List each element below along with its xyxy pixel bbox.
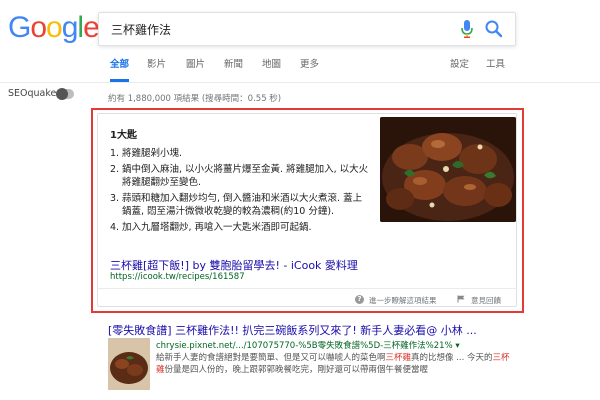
step-text: 蒜頭和糖加入翻炒均勻, 倒入醬油和米酒以大火煮滾. 蓋上鍋蓋, 悶至湯汁微微收乾… xyxy=(122,193,363,217)
step-text: 鍋中倒入麻油, 以小火將薑片爆至金黃. 將雞腿加入, 以大火將雞腿翻炒至變色. xyxy=(122,164,369,188)
snippet-source-url: https://icook.tw/recipes/161587 xyxy=(110,272,245,282)
logo-letter: o xyxy=(30,11,47,44)
step-number: 1. xyxy=(110,148,120,159)
tab-all[interactable]: 全部 xyxy=(110,58,130,82)
tab-more[interactable]: 更多 xyxy=(300,58,319,82)
search-box xyxy=(98,12,516,46)
tab-news[interactable]: 新聞 xyxy=(224,58,243,82)
result-thumbnail[interactable] xyxy=(108,338,150,390)
snippet-footer-divider xyxy=(97,288,517,289)
steps-list: 1. 將雞腿剁小塊. 2. 鍋中倒入麻油, 以小火將薑片爆至金黃. 將雞腿加入, 以… xyxy=(110,147,370,237)
result-stats: 約有 1,880,000 項結果 (搜尋時間：0.55 秒) xyxy=(108,94,282,104)
step-number: 2. xyxy=(110,164,120,175)
seoquake-toggle[interactable] xyxy=(56,88,74,100)
search-tabs: 全部 影片 圖片 新聞 地圖 更多 設定 工具 xyxy=(0,58,600,82)
step-number: 3. xyxy=(110,193,120,204)
snippet-footer: ? 進一步瞭解這項結果 意見回饋 xyxy=(97,290,517,308)
result-url[interactable]: chrysie.pixnet.net/.../107075770-%5B零失敗食… xyxy=(156,339,460,351)
tab-images[interactable]: 圖片 xyxy=(186,58,205,82)
seoquake-label: SEOquake xyxy=(8,88,57,99)
tabs-divider xyxy=(0,82,600,83)
tab-maps[interactable]: 地圖 xyxy=(262,58,281,82)
desc-highlight: 三杯雞 xyxy=(385,353,412,363)
logo-letter: g xyxy=(61,11,79,44)
search-icon[interactable] xyxy=(484,19,504,39)
toggle-knob xyxy=(56,88,68,100)
step-text: 將雞腿剁小塊. xyxy=(122,148,183,159)
featured-snippet: 1大匙 1. 將雞腿剁小塊. 2. 鍋中倒入麻油, 以小火將薑片爆至金黃. 將雞腿加… xyxy=(97,113,517,307)
google-logo[interactable]: Google xyxy=(8,11,100,44)
step-item: 4. 加入九層塔翻炒, 再嗆入一大匙米酒即可起鍋. xyxy=(110,221,370,234)
step-item: 2. 鍋中倒入麻油, 以小火將薑片爆至金黃. 將雞腿加入, 以大火將雞腿翻炒至變色… xyxy=(110,163,370,189)
feedback-link[interactable]: 意見回饋 xyxy=(471,295,501,306)
learn-more-link[interactable]: 進一步瞭解這項結果 xyxy=(369,295,437,306)
logo-letter: e xyxy=(83,11,100,44)
result-description: 給新手人妻的食譜絕對是要簡單、但是又可以嚇唬人的菜色啊三杯雞真的比想像 ... … xyxy=(156,352,516,376)
snippet-heading: 1大匙 xyxy=(110,130,137,141)
step-item: 3. 蒜頭和糖加入翻炒均勻, 倒入醬油和米酒以大火煮滾. 蓋上鍋蓋, 悶至湯汁微微… xyxy=(110,192,370,218)
feedback-flag-icon[interactable] xyxy=(457,295,465,303)
three-cup-chicken-image[interactable] xyxy=(380,117,516,222)
logo-letter: G xyxy=(8,11,31,44)
search-input[interactable] xyxy=(111,13,451,45)
mic-icon[interactable] xyxy=(460,19,474,39)
desc-text: 份量是四人份的，晚上跟郭郭晚餐吃完，剛好還可以帶兩個午餐便當喔 xyxy=(164,365,429,375)
help-icon[interactable]: ? xyxy=(355,295,364,304)
result-title[interactable]: [零失敗食譜] 三杯雞作法!! 扒完三碗飯系列又來了! 新手人妻必看@ 小林 .… xyxy=(108,322,477,338)
tab-settings[interactable]: 設定 xyxy=(450,58,469,82)
tab-videos[interactable]: 影片 xyxy=(147,58,166,82)
tab-tools[interactable]: 工具 xyxy=(486,58,505,82)
desc-text: 給新手人妻的食譜絕對是要簡單、但是又可以嚇唬人的菜色啊 xyxy=(156,353,386,363)
desc-text: 真的比想像 ... 今天的 xyxy=(411,353,493,363)
snippet-source-title[interactable]: 三杯雞[超下飯!] by 雙胞胎留學去! - iCook 愛料理 xyxy=(110,257,358,273)
step-text: 加入九層塔翻炒, 再嗆入一大匙米酒即可起鍋. xyxy=(122,222,312,233)
logo-letter: o xyxy=(46,11,63,44)
step-number: 4. xyxy=(110,222,120,233)
step-item: 1. 將雞腿剁小塊. xyxy=(110,147,370,160)
